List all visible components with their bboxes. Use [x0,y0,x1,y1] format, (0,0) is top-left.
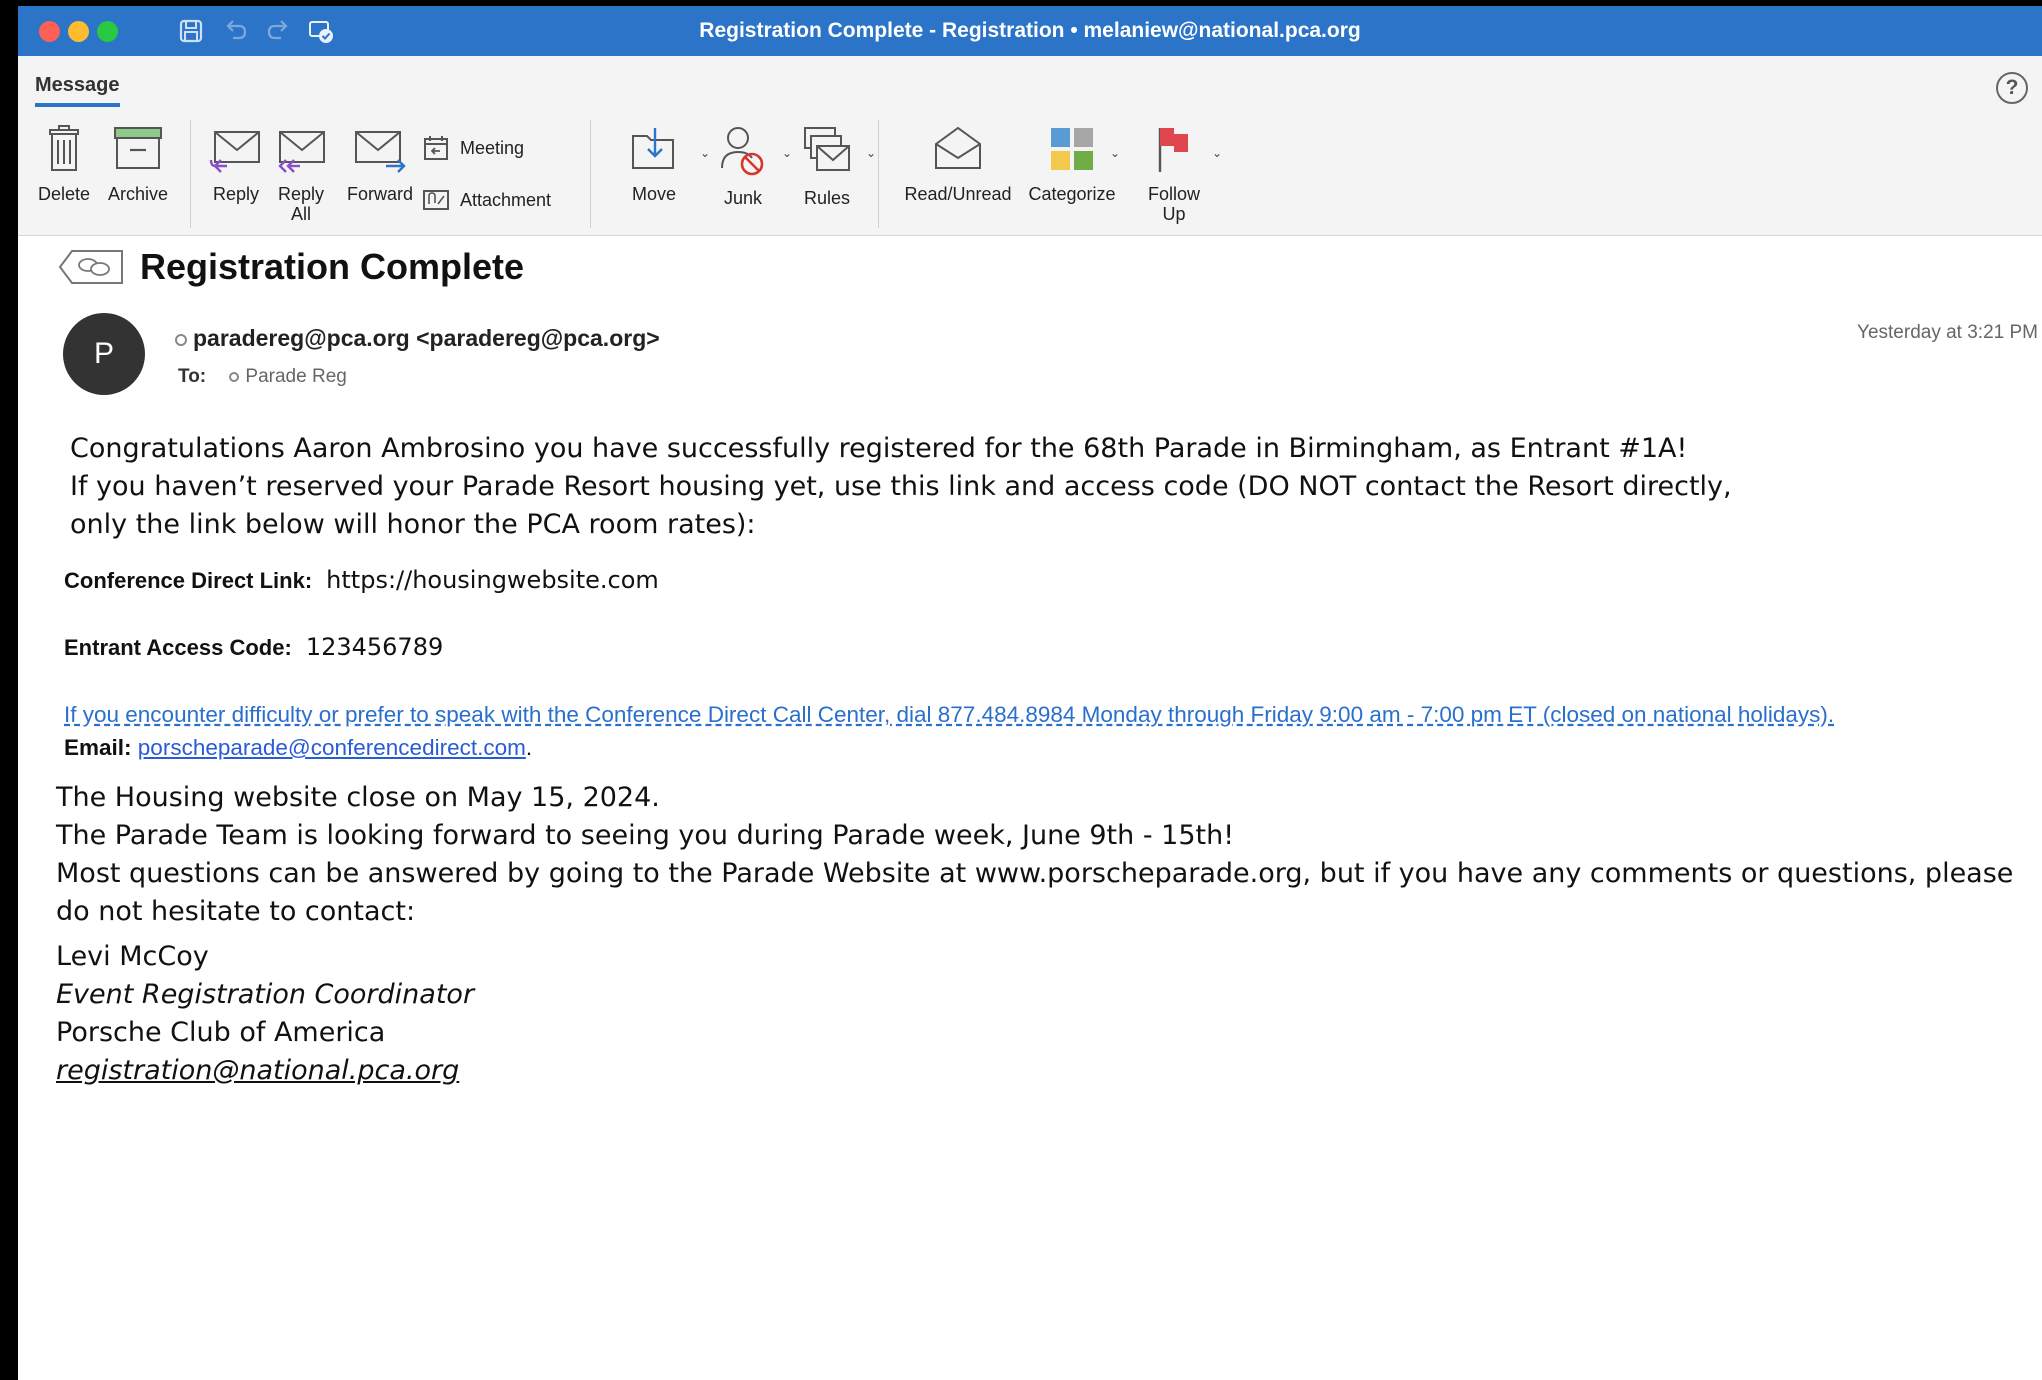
attachment-button[interactable]: Attachment [422,188,551,212]
window-title: Registration Complete - Registration • m… [699,19,1361,42]
flag-icon [1158,128,1188,172]
ribbon-separator [190,120,191,228]
email-label: Email: [64,735,132,760]
junk-button[interactable]: ⌄ Junk [712,124,792,208]
conversation-icon[interactable] [58,249,124,285]
reply-icon [209,131,260,173]
rules-label: Rules [803,188,851,208]
ribbon: Message ? Delete Archive Reply Reply All… [18,56,2042,236]
email-suffix: . [525,735,533,760]
junk-icon [721,127,764,176]
reply-all-icon [278,131,325,173]
forward-button[interactable]: Forward [340,124,420,204]
chevron-down-icon[interactable]: ⌄ [700,146,710,160]
read-unread-label: Read/Unread [904,184,1012,204]
help-button[interactable]: ? [1996,72,2028,104]
subject-row: Registration Complete [58,246,524,288]
meeting-label: Meeting [460,137,525,158]
follow-up-button[interactable]: ⌄ Follow Up [1136,124,1222,224]
signature-email-link[interactable]: registration@national.pca.org [56,1052,474,1090]
move-button[interactable]: ⌄ Move [616,124,710,204]
chevron-down-icon[interactable]: ⌄ [782,146,792,160]
reply-label: Reply [212,184,260,204]
conference-link-value[interactable]: https://housingwebsite.com [326,566,659,594]
rules-button[interactable]: ⌄ Rules [796,124,876,208]
conference-link-row: Conference Direct Link: https://housingwe… [64,566,659,594]
archive-label: Archive [107,184,169,204]
reply-all-label: Reply All [277,184,325,224]
chevron-down-icon[interactable]: ⌄ [1212,146,1222,160]
attachment-label: Attachment [460,189,552,210]
read-unread-button[interactable]: Read/Unread [898,124,1018,204]
body-line: The Housing website close on May 15, 202… [56,782,660,813]
follow-up-label: Follow Up [1147,184,1200,224]
archive-button[interactable]: Archive [100,124,176,204]
reply-button[interactable]: Reply [204,124,268,204]
ribbon-separator [878,120,879,228]
categorize-button[interactable]: ⌄ Categorize [1022,124,1122,204]
calendar-icon [424,136,448,160]
recipient[interactable]: Parade Reg [245,366,346,387]
categorize-label: Categorize [1028,184,1116,204]
call-center-link[interactable]: If you encounter difficulty or prefer to… [64,702,2042,728]
attachment-icon [423,190,449,210]
email-row: Email: porscheparade@conferencedirect.co… [64,735,532,761]
sender-avatar[interactable]: P [63,313,145,395]
trash-icon [49,125,79,171]
body-line: Congratulations Aaron Ambrosino you have… [70,433,1688,464]
tab-message[interactable]: Message [35,74,120,107]
body-line: The Parade Team is looking forward to se… [56,820,1235,851]
access-code-value: 123456789 [305,633,444,661]
chevron-down-icon[interactable]: ⌄ [1110,146,1120,160]
message-subject: Registration Complete [140,246,525,287]
signature-org: Porsche Club of America [56,1017,386,1048]
delete-label: Delete [37,184,91,204]
presence-dot-icon [229,371,240,382]
conference-link-label: Conference Direct Link: [64,568,313,593]
email-link[interactable]: porscheparade@conferencedirect.com [138,735,526,760]
body-line: Most questions can be answered by going … [56,858,2014,927]
body-line: only the link below will honor the PCA r… [70,509,756,540]
reply-all-button[interactable]: Reply All [270,124,332,224]
title-bar: Registration Complete - Registration • m… [18,6,2042,56]
archive-icon [114,127,162,169]
sender[interactable]: paradereg@pca.org <paradereg@pca.org> [175,325,660,352]
message-window: Registration Complete - Registration • m… [18,6,2042,1380]
rules-icon [804,127,850,171]
body-intro: Congratulations Aaron Ambrosino you have… [70,430,1820,544]
presence-dot-icon [175,333,187,346]
forward-icon [355,131,406,173]
forward-label: Forward [346,184,413,204]
move-label: Move [631,184,676,204]
access-code-label: Entrant Access Code: [64,635,292,660]
to-label: To: [178,366,207,387]
sender-address: paradereg@pca.org <paradereg@pca.org> [193,325,660,351]
ribbon-separator [590,120,591,228]
recipients-row: To: Parade Reg [178,366,347,388]
meeting-button[interactable]: Meeting [422,134,524,162]
categorize-icon [1051,128,1093,170]
screen-frame: Registration Complete - Registration • m… [0,0,2042,1380]
signature-name: Levi McCoy [56,941,209,972]
message-timestamp: Yesterday at 3:21 PM [1857,322,2038,343]
signature: Levi McCoy Event Registration Coordinato… [56,938,474,1090]
delete-button[interactable]: Delete [28,124,100,204]
envelope-open-icon [935,126,981,169]
access-code-row: Entrant Access Code: 123456789 [64,633,443,661]
body-line: If you haven’t reserved your Parade Reso… [70,471,1732,502]
chevron-down-icon[interactable]: ⌄ [866,146,876,160]
body-closing: The Housing website close on May 15, 202… [56,779,2042,931]
move-folder-icon [632,128,674,169]
junk-label: Junk [723,188,763,208]
signature-title: Event Registration Coordinator [56,979,475,1010]
